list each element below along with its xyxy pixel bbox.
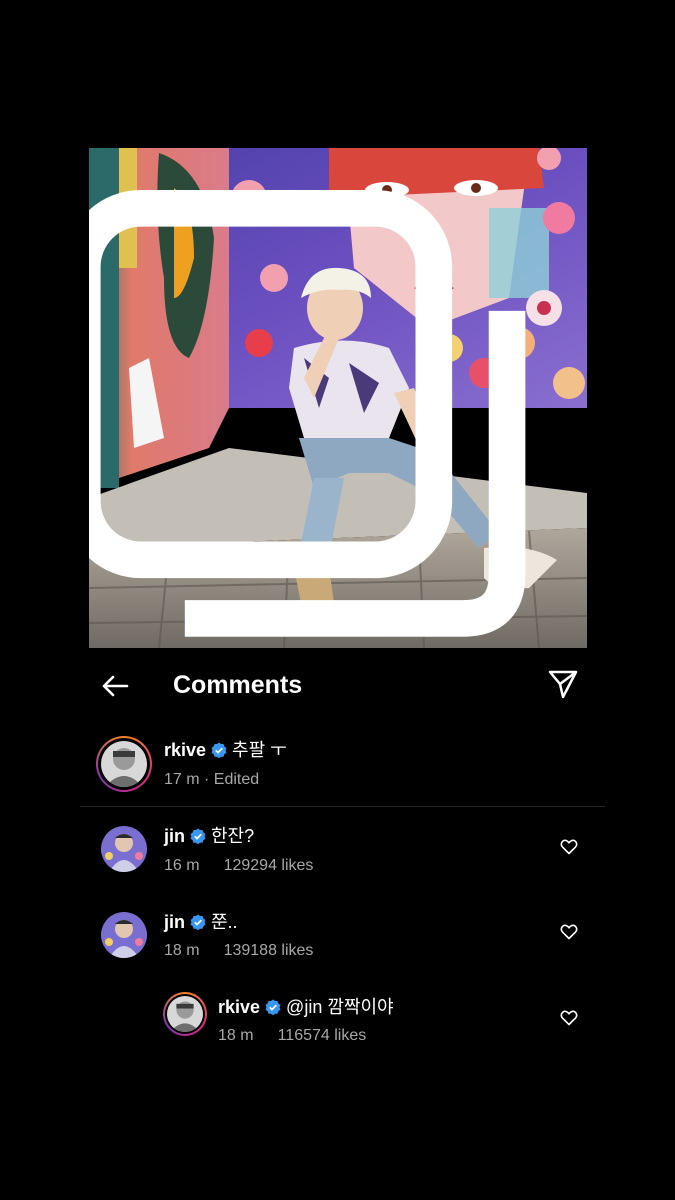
comment-time: 16 m — [164, 857, 200, 874]
avatar[interactable] — [167, 996, 203, 1032]
comments-header: Comments — [89, 660, 587, 712]
reply-text: @jin 깜짝이야 — [286, 997, 394, 1017]
comment-likes[interactable]: 129294 likes — [224, 857, 314, 874]
comment-text: 한잔? — [211, 826, 255, 846]
avatar[interactable] — [101, 741, 147, 787]
caption-text: 추팔 ㅜ — [232, 740, 287, 760]
reply-username[interactable]: rkive — [218, 997, 260, 1017]
comment-username[interactable]: jin — [164, 826, 185, 846]
edited-label: · Edited — [204, 771, 260, 788]
caption-time: 17 m — [164, 771, 200, 788]
avatar[interactable] — [101, 912, 147, 958]
comment-line: jin 한잔? — [164, 825, 254, 847]
reply-meta: 18 m 116574 likes — [218, 1026, 366, 1046]
comment-meta: 16 m 129294 likes — [164, 856, 313, 876]
rkive-profile-photo — [101, 741, 147, 787]
verified-badge-icon — [265, 999, 281, 1015]
caption-line: rkive 추팔 ㅜ — [164, 739, 287, 761]
verified-badge-icon — [190, 828, 206, 844]
jin-profile-photo — [101, 912, 147, 958]
post-photo[interactable] — [89, 148, 587, 648]
jin-profile-photo — [101, 826, 147, 872]
comment-likes[interactable]: 139188 likes — [224, 942, 314, 959]
comment-username[interactable]: jin — [164, 912, 185, 932]
arrow-left-icon[interactable] — [99, 670, 131, 702]
caption-meta: 17 m · Edited — [164, 770, 259, 790]
heart-outline-icon[interactable] — [560, 923, 578, 941]
verified-badge-icon — [211, 742, 227, 758]
paper-plane-icon[interactable] — [547, 668, 579, 700]
comment-meta: 18 m 139188 likes — [164, 941, 313, 961]
caption-username[interactable]: rkive — [164, 740, 206, 760]
reply-line: rkive @jin 깜짝이야 — [218, 996, 394, 1018]
divider — [80, 806, 605, 807]
verified-badge-icon — [190, 914, 206, 930]
comment-time: 18 m — [164, 942, 200, 959]
comment-text: 쭌.. — [211, 912, 238, 932]
comment-line: jin 쭌.. — [164, 911, 238, 933]
multiple-photos-icon — [89, 190, 526, 637]
heart-outline-icon[interactable] — [560, 1009, 578, 1027]
avatar[interactable] — [101, 826, 147, 872]
page-title: Comments — [173, 671, 303, 699]
rkive-profile-photo — [167, 996, 203, 1032]
reply-likes[interactable]: 116574 likes — [278, 1027, 367, 1044]
reply-time: 18 m — [218, 1027, 254, 1044]
heart-outline-icon[interactable] — [560, 838, 578, 856]
